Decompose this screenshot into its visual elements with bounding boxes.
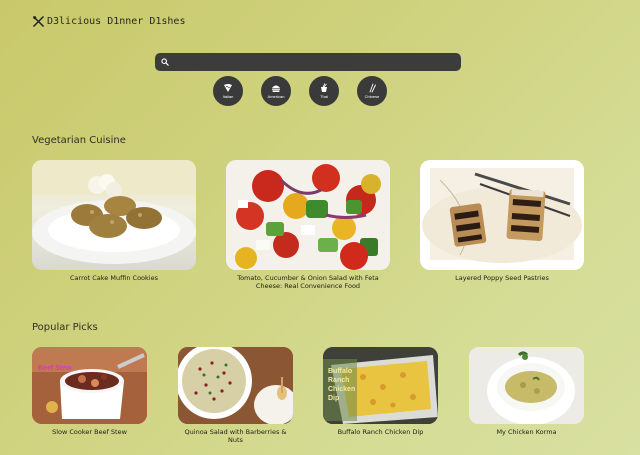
recipe-image[interactable]	[469, 347, 584, 424]
recipe-card[interactable]: My Chicken Korma	[469, 347, 584, 436]
search-icon	[161, 58, 169, 66]
image-overlay-text: Beef Stew	[38, 365, 72, 372]
pastries-photo	[422, 168, 582, 263]
image-overlay-text: Buffalo Ranch Chicken Dip	[328, 368, 356, 402]
crossed-utensils-icon	[33, 16, 44, 27]
site-title: D3licious D1nner D1shes	[47, 16, 186, 27]
recipe-card[interactable]: Layered Poppy Seed Pastries	[420, 160, 584, 282]
recipe-title[interactable]: Tomato, Cucumber & Onion Salad with Feta…	[226, 274, 390, 290]
category-label: American	[267, 94, 285, 99]
recipe-title[interactable]: Layered Poppy Seed Pastries	[420, 274, 584, 282]
recipe-image[interactable]: Buffalo Ranch Chicken Dip	[323, 347, 438, 424]
recipe-image[interactable]: Beef Stew	[32, 347, 147, 424]
category-label: Thai	[320, 94, 328, 99]
recipe-card[interactable]: Buffalo Ranch Chicken Dip Buffalo Ranch …	[323, 347, 438, 436]
category-nav: Italian American Thai Chinese	[213, 76, 387, 106]
burger-icon	[272, 85, 280, 92]
category-label: Chinese	[364, 94, 380, 99]
chopsticks-icon	[369, 83, 376, 93]
recipe-title[interactable]: Quinoa Salad with Barberries & Nuts	[178, 428, 293, 444]
salad-photo	[226, 160, 390, 270]
category-italian[interactable]: Italian	[213, 76, 243, 106]
category-american[interactable]: American	[261, 76, 291, 106]
category-thai[interactable]: Thai	[309, 76, 339, 106]
recipe-card[interactable]: Quinoa Salad with Barberries & Nuts	[178, 347, 293, 444]
search-bar[interactable]	[155, 53, 461, 71]
quinoa-salad-photo	[178, 347, 293, 424]
korma-photo	[469, 347, 584, 424]
recipe-card[interactable]: Tomato, Cucumber & Onion Salad with Feta…	[226, 160, 390, 290]
recipe-image[interactable]	[32, 160, 196, 270]
recipe-image[interactable]	[226, 160, 390, 270]
section-title-vegetarian: Vegetarian Cuisine	[32, 135, 126, 146]
recipe-title[interactable]: My Chicken Korma	[469, 428, 584, 436]
section-title-popular: Popular Picks	[32, 322, 98, 333]
cookies-photo	[32, 160, 196, 264]
recipe-title[interactable]: Slow Cooker Beef Stew	[32, 428, 147, 436]
recipe-card[interactable]: Carrot Cake Muffin Cookies	[32, 160, 196, 282]
site-logo[interactable]: D3licious D1nner D1shes	[32, 15, 185, 28]
pizza-icon	[224, 84, 232, 92]
search-input[interactable]	[173, 57, 453, 67]
recipe-card[interactable]: Beef Stew Slow Cooker Beef Stew	[32, 347, 147, 436]
recipe-title[interactable]: Carrot Cake Muffin Cookies	[32, 274, 196, 282]
category-label: Italian	[222, 94, 234, 99]
recipe-image[interactable]	[420, 160, 584, 270]
category-chinese[interactable]: Chinese	[357, 76, 387, 106]
recipe-image[interactable]	[178, 347, 293, 424]
noodle-box-icon	[321, 83, 327, 92]
beef-stew-photo	[32, 347, 147, 424]
recipe-title[interactable]: Buffalo Ranch Chicken Dip	[323, 428, 438, 436]
